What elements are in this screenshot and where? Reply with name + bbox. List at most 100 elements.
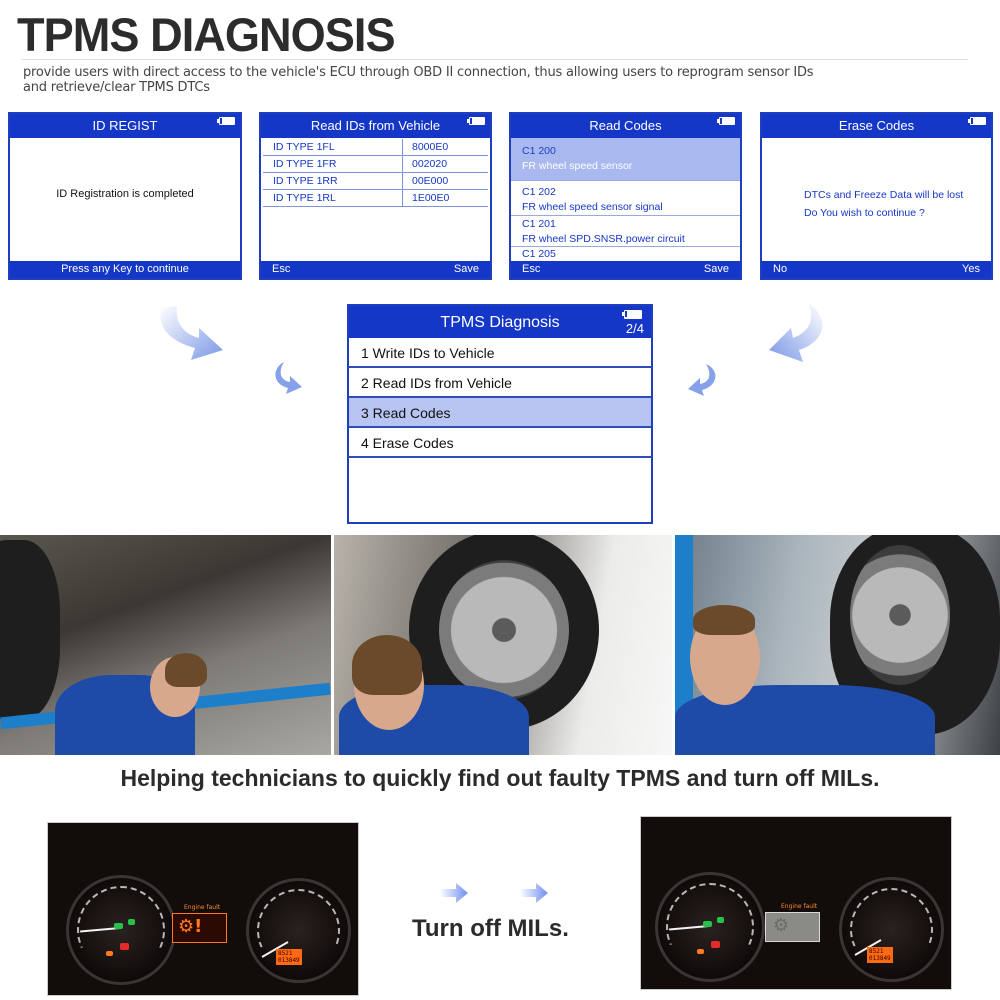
id-value: 002020 [412, 158, 448, 170]
save-button[interactable]: Save [704, 261, 729, 278]
registration-message: ID Registration is completed [56, 188, 194, 200]
engine-warning-icon: ⚙! [178, 916, 203, 937]
dtc-item[interactable]: C1 205 [511, 247, 740, 261]
esc-button[interactable]: Esc [522, 261, 540, 278]
page-indicator: 2/4 [625, 321, 644, 336]
screen-title: Erase Codes [838, 118, 915, 133]
screen-title: ID REGIST [92, 118, 158, 133]
curved-arrow-icon [275, 362, 302, 394]
screen-title: Read IDs from Vehicle [310, 118, 441, 133]
tagline: Helping technicians to quickly find out … [120, 765, 880, 791]
id-value: 00E000 [412, 175, 449, 187]
erase-codes-screen: Erase Codes DTCs and Freeze Data will be… [760, 112, 993, 280]
dtc-item[interactable]: C1 200 FR wheel speed sensor [511, 138, 740, 181]
id-label: ID TYPE 1RR [263, 173, 403, 189]
menu-header: TPMS Diagnosis 2/4 [349, 306, 651, 338]
screen-header: ID REGIST [10, 114, 240, 138]
id-row[interactable]: ID TYPE 1RR 00E000 [263, 173, 488, 190]
confirm-question: Do You wish to continue ? [804, 207, 925, 219]
wheel-rim [439, 560, 569, 700]
battery-icon [467, 117, 485, 125]
id-row[interactable]: ID TYPE 1FR 002020 [263, 156, 488, 173]
screen-footer: No Yes [762, 261, 991, 278]
screen-title: Read Codes [589, 118, 662, 133]
technician-under-car-photo [0, 535, 331, 755]
dtc-description: FR wheel speed sensor [522, 160, 633, 172]
menu-item-read-ids[interactable]: 2 Read IDs from Vehicle [349, 368, 651, 398]
odometer-display: 8521 013849 [867, 947, 893, 963]
curved-arrow-icon [160, 306, 223, 360]
id-label: ID TYPE 1FL [263, 139, 403, 155]
menu-item-write-ids[interactable]: 1 Write IDs to Vehicle [349, 338, 651, 368]
indicator-lamp [114, 923, 123, 929]
dtc-code: C1 200 [522, 145, 556, 157]
yes-button[interactable]: Yes [962, 261, 980, 278]
menu-item-erase-codes[interactable]: 4 Erase Codes [349, 428, 651, 458]
battery-icon [968, 117, 986, 125]
id-row[interactable]: ID TYPE 1RL 1E00E0 [263, 190, 488, 207]
menu-title: TPMS Diagnosis [440, 314, 560, 331]
right-arrow-icon [440, 883, 468, 903]
dtc-code: C1 205 [522, 248, 556, 260]
dtc-code: C1 202 [522, 186, 556, 198]
warning-lamp [711, 941, 720, 948]
tachometer-gauge [655, 872, 765, 982]
odometer-display: 8521 013849 [276, 949, 302, 965]
screen-header: Read IDs from Vehicle [261, 114, 490, 138]
technician-hair [693, 605, 755, 635]
id-regist-screen: ID REGIST ID Registration is completed P… [8, 112, 242, 280]
id-value: 8000E0 [412, 141, 449, 153]
page-subtitle: provide users with direct access to the … [23, 65, 814, 95]
warning-lamp [120, 943, 129, 950]
esc-button[interactable]: Esc [272, 261, 290, 278]
indicator-lamp [128, 919, 135, 925]
menu-list: 1 Write IDs to Vehicle 2 Read IDs from V… [349, 338, 651, 458]
dtc-code: C1 201 [522, 218, 556, 230]
dtc-list: C1 200 FR wheel speed sensor C1 202 FR w… [511, 138, 740, 261]
warning-line: DTCs and Freeze Data will be lost [804, 189, 964, 201]
page-title: TPMS DIAGNOSIS [17, 8, 396, 61]
screen-header: Read Codes [511, 114, 740, 138]
technician-wheel-wrench-photo [334, 535, 672, 755]
screen-footer: Esc Save [511, 261, 740, 278]
id-table: ID TYPE 1FL 8000E0 ID TYPE 1FR 002020 ID… [263, 139, 488, 207]
right-arrow-icon [520, 883, 548, 903]
technician-holding-tire-photo [675, 535, 1000, 755]
warning-lamp [106, 951, 113, 956]
curved-arrow-icon [769, 304, 823, 362]
technician-hair [352, 635, 422, 695]
continue-prompt[interactable]: Press any Key to continue [10, 261, 240, 278]
indicator-lamp [703, 921, 712, 927]
menu-item-read-codes[interactable]: 3 Read Codes [349, 398, 651, 428]
dtc-description: FR wheel speed sensor signal [522, 201, 663, 213]
screen-footer: Esc Save [261, 261, 490, 278]
screen-footer[interactable]: Press any Key to continue [10, 261, 240, 278]
read-ids-screen: Read IDs from Vehicle ID TYPE 1FL 8000E0… [259, 112, 492, 280]
battery-icon [622, 310, 642, 319]
lcd-message: Engine fault [184, 904, 221, 911]
lcd-message: Engine fault [781, 903, 818, 910]
battery-icon [217, 117, 235, 125]
dtc-description: FR wheel SPD.SNSR.power circuit [522, 233, 685, 245]
turn-off-mils-caption: Turn off MILs. [412, 915, 569, 942]
save-button[interactable]: Save [454, 261, 479, 278]
id-label: ID TYPE 1RL [263, 190, 403, 206]
wheel-rim [850, 545, 950, 685]
no-button[interactable]: No [773, 261, 787, 278]
dtc-item[interactable]: C1 202 FR wheel speed sensor signal [511, 181, 740, 216]
engine-warning-icon-off: ⚙ [773, 915, 790, 936]
speedometer-gauge [246, 878, 351, 983]
indicator-lamp [717, 917, 724, 923]
erase-warning: DTCs and Freeze Data will be lost Do You… [804, 186, 963, 222]
read-codes-screen: Read Codes C1 200 FR wheel speed sensor … [509, 112, 742, 280]
screen-header: Erase Codes [762, 114, 991, 138]
id-row[interactable]: ID TYPE 1FL 8000E0 [263, 139, 488, 156]
curved-arrow-icon [688, 364, 716, 396]
dashboard-mil-off-photo: Engine fault ⚙ 8521 013849 [640, 816, 952, 990]
technician-hair [165, 653, 207, 687]
dtc-item[interactable]: C1 201 FR wheel SPD.SNSR.power circuit [511, 216, 740, 247]
speedometer-gauge [839, 877, 944, 982]
dashboard-mil-on-photo: Engine fault ⚙! 8521 013849 [47, 822, 359, 996]
tpms-diagnosis-menu: TPMS Diagnosis 2/4 1 Write IDs to Vehicl… [347, 304, 653, 524]
battery-icon [717, 117, 735, 125]
